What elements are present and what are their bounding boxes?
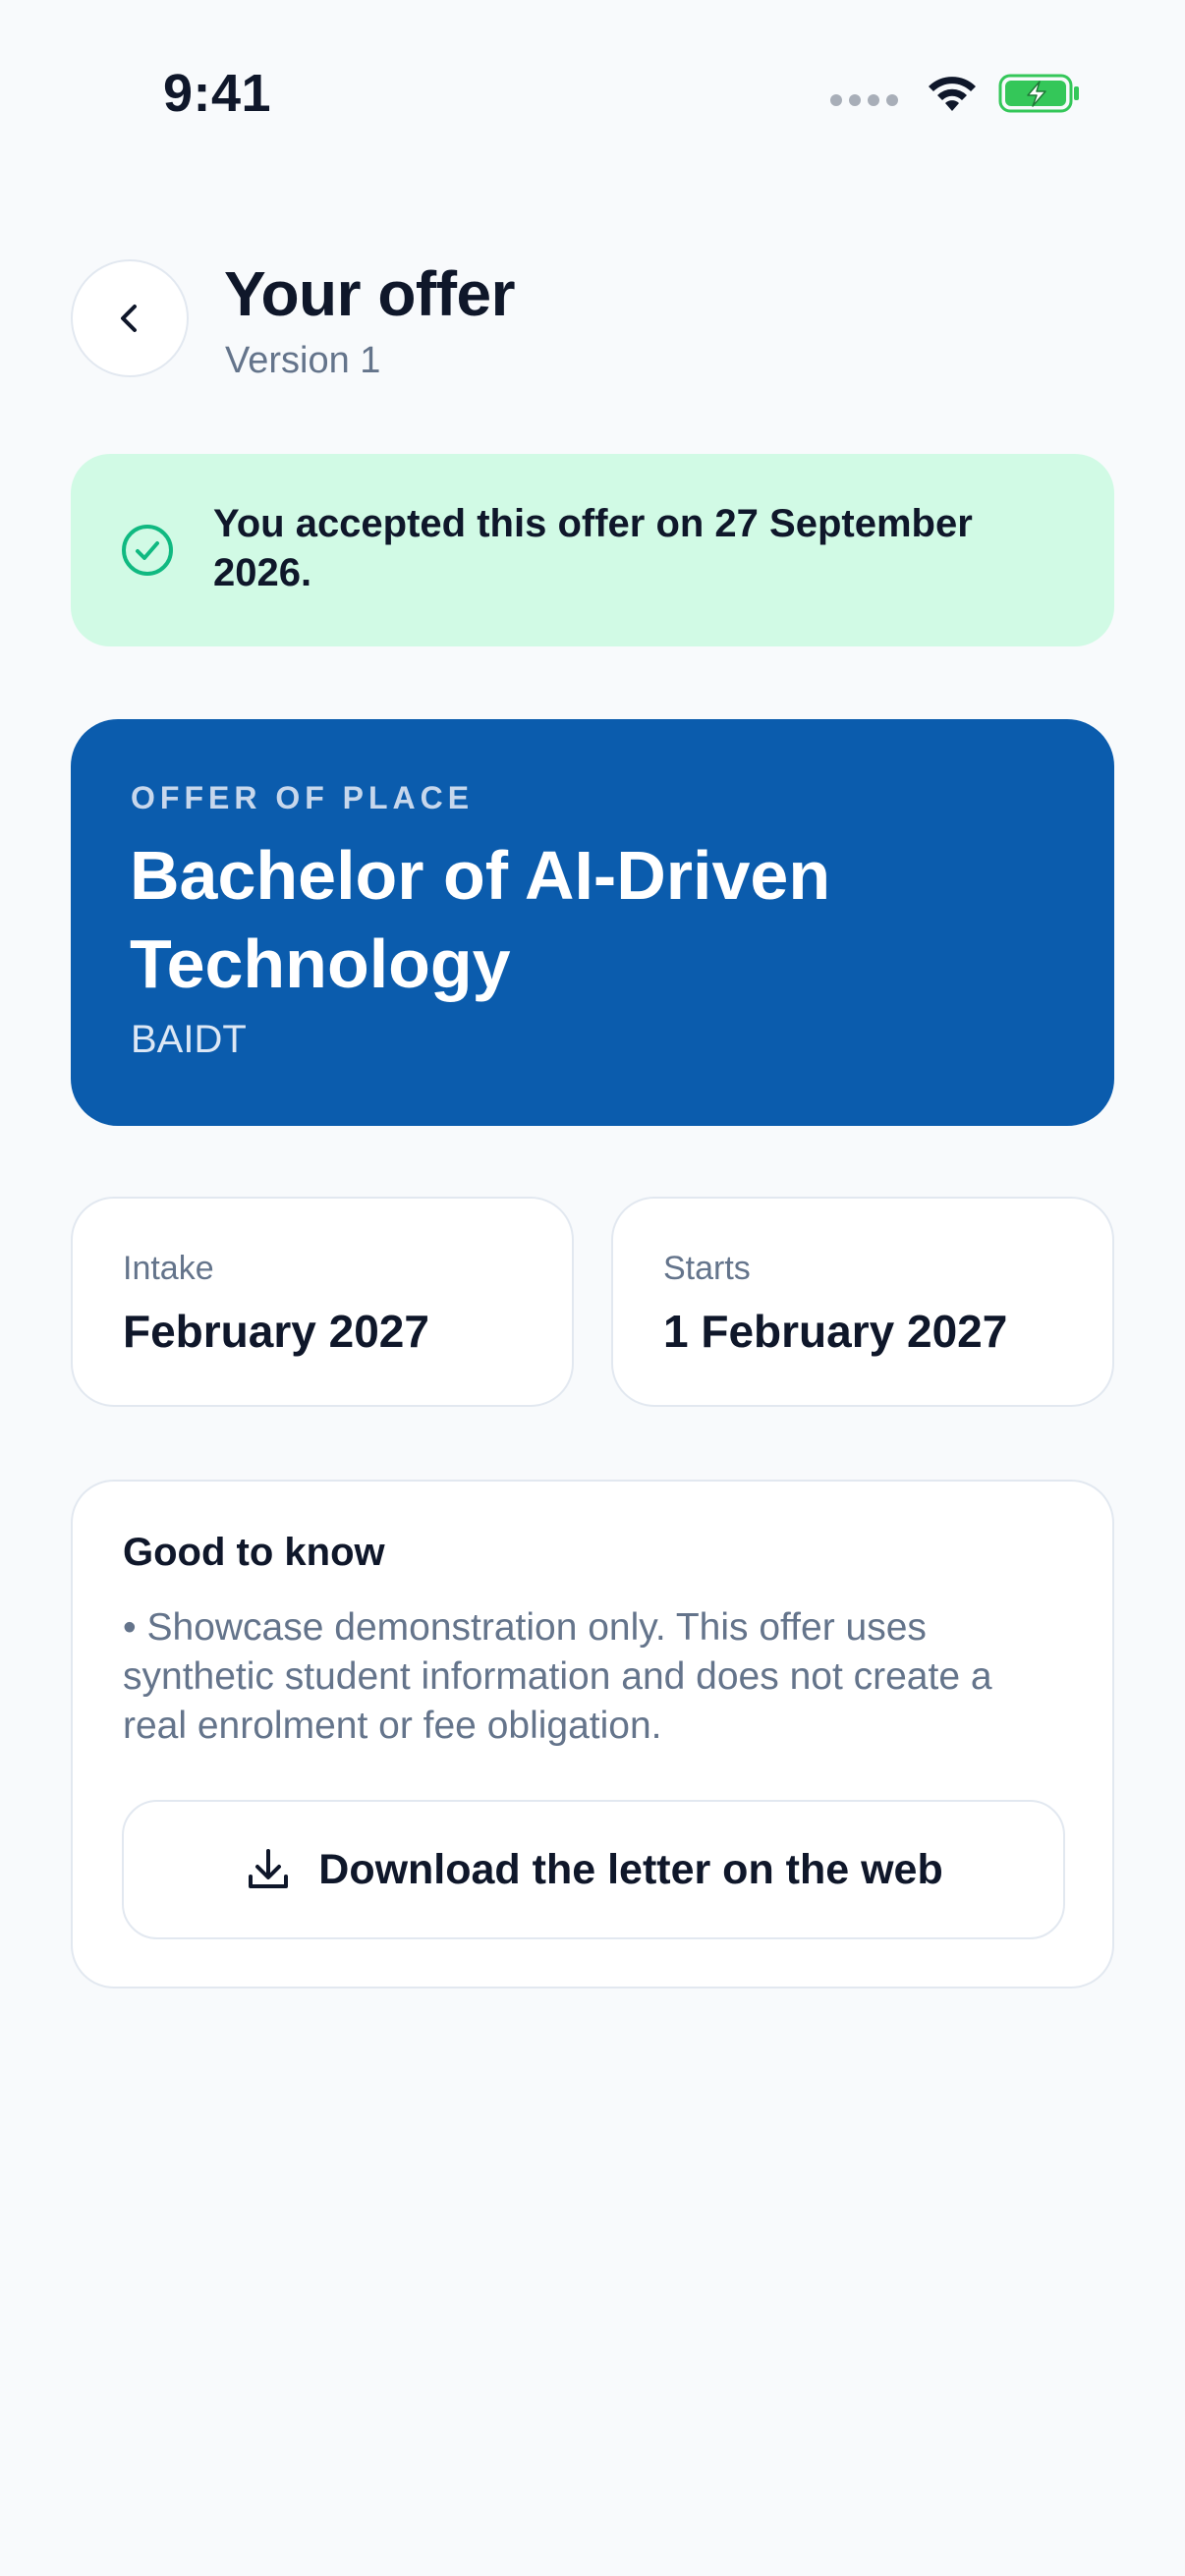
good-to-know-title: Good to know [123, 1531, 385, 1574]
download-icon [249, 1849, 289, 1888]
chevron-left-icon [121, 305, 137, 332]
intake-value: February 2027 [123, 1306, 429, 1357]
status-time: 9:41 [163, 64, 272, 123]
status-bar: 9:41 [0, 0, 1185, 196]
back-button[interactable] [71, 259, 189, 377]
signal-dots-icon [830, 94, 898, 106]
download-letter-button[interactable]: Download the letter on the web [122, 1800, 1065, 1939]
intake-card: Intake February 2027 [71, 1197, 574, 1407]
good-to-know-body: • Showcase demonstration only. This offe… [123, 1606, 992, 1747]
wifi-icon [929, 77, 976, 111]
program-title: Bachelor of AI-Driven Technology [130, 837, 831, 1002]
starts-card: Starts 1 February 2027 [611, 1197, 1114, 1407]
check-circle-icon [122, 525, 173, 576]
page-subtitle: Version 1 [225, 340, 381, 381]
intake-label: Intake [123, 1250, 214, 1287]
status-icons [830, 73, 1081, 114]
download-letter-label: Download the letter on the web [318, 1845, 943, 1893]
offer-card: OFFER OF PLACE Bachelor of AI-Driven Tec… [71, 719, 1114, 1126]
offer-eyebrow: OFFER OF PLACE [131, 780, 475, 815]
battery-charging-icon [998, 74, 1079, 113]
program-code: BAIDT [131, 1018, 247, 1061]
starts-value: 1 February 2027 [663, 1306, 1008, 1357]
starts-label: Starts [663, 1250, 751, 1287]
accepted-message: You accepted this offer on 27 September … [213, 502, 973, 594]
accepted-banner: You accepted this offer on 27 September … [71, 454, 1114, 646]
page-title: Your offer [224, 258, 516, 329]
good-to-know-card: Good to know • Showcase demonstration on… [71, 1480, 1114, 1988]
